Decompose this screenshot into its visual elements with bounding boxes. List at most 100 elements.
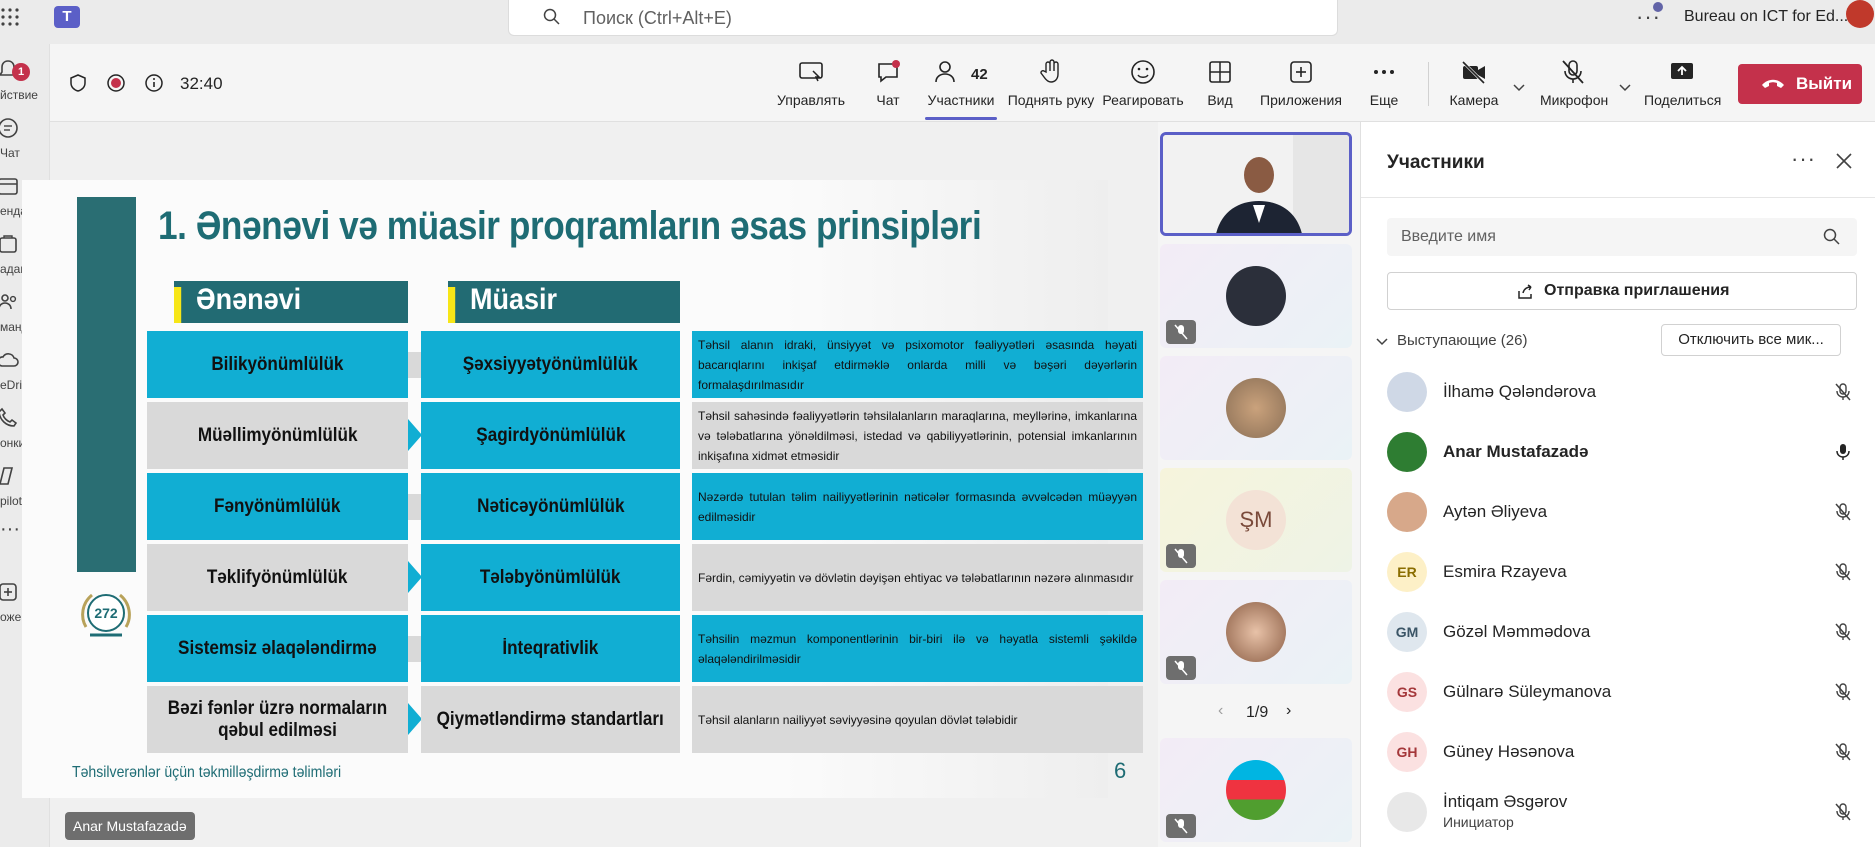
view-button[interactable]: Вид: [1205, 58, 1235, 118]
unread-dot: [892, 60, 900, 68]
chevron-left-icon[interactable]: ‹: [1218, 702, 1223, 720]
cell-text: İnteqrativlik: [502, 637, 599, 659]
slide-footer: Təhsilverənlər üçün təkmilləşdirmə təlim…: [72, 764, 342, 781]
people-icon: [935, 61, 955, 83]
rail-item-chat[interactable]: Чат: [0, 112, 50, 174]
mic-off-icon: [1174, 660, 1188, 676]
share-button[interactable]: Поделиться: [1644, 58, 1721, 118]
app-launcher-icon[interactable]: [0, 6, 22, 28]
mic-off-icon[interactable]: [1833, 802, 1853, 822]
video-tile[interactable]: ŞM: [1160, 468, 1352, 572]
table-cell-traditional: Müəllimyönümlülük: [147, 402, 408, 469]
raise-hand-button[interactable]: Поднять руку: [1004, 58, 1098, 118]
manage-button[interactable]: Управлять: [776, 58, 846, 118]
arrow-icon: [408, 703, 422, 735]
cell-text: Təhsil sahəsində fəaliyyətlərin təhsilal…: [698, 408, 1137, 463]
arrow-shaft: [408, 636, 422, 662]
close-icon[interactable]: [1835, 152, 1853, 170]
participants-button[interactable]: 42 Участники: [925, 58, 997, 120]
cell-text: Bəzi fənlər üzrə normaların qəbul edilmə…: [167, 697, 388, 741]
raise-hand-icon: [1040, 59, 1059, 83]
participant-row[interactable]: Aytən Əliyeva: [1387, 484, 1857, 540]
apps-button[interactable]: Приложения: [1258, 58, 1344, 118]
leave-button[interactable]: Выйти: [1738, 64, 1862, 104]
divider: [1361, 197, 1875, 198]
share-arrow-icon: [1518, 284, 1532, 299]
participant-row[interactable]: GH Güney Həsənova: [1387, 724, 1857, 780]
video-tile-active-speaker[interactable]: [1160, 132, 1352, 236]
cell-text: Fənyönümlülük: [214, 495, 341, 517]
manage-label: Управлять: [777, 92, 845, 108]
participant-initials: ŞM: [1226, 490, 1286, 550]
raise-hand-label: Поднять руку: [1007, 92, 1095, 108]
chat-button[interactable]: Чат: [868, 58, 908, 118]
avatar: [1387, 432, 1427, 472]
react-button[interactable]: Реагировать: [1102, 58, 1184, 118]
apps-label: Приложения: [1260, 92, 1342, 108]
camera-options-chevron-icon[interactable]: [1512, 82, 1526, 92]
microphone-button[interactable]: Микрофон: [1540, 58, 1608, 118]
meeting-timer: 32:40: [180, 74, 223, 93]
camera-label: Камера: [1449, 92, 1499, 108]
mic-off-icon[interactable]: [1833, 382, 1853, 402]
mute-all-button[interactable]: Отключить все мик...: [1661, 324, 1841, 356]
avatar: GS: [1387, 672, 1427, 712]
mic-off-icon[interactable]: [1833, 622, 1853, 642]
table-cell-traditional: Bəzi fənlər üzrə normaların qəbul edilmə…: [147, 686, 408, 753]
chat-icon: [0, 118, 18, 138]
speakers-section-label: Выступающие (26): [1397, 332, 1528, 349]
mic-icon[interactable]: [1833, 442, 1853, 462]
more-button[interactable]: Еще: [1368, 58, 1400, 118]
participant-row[interactable]: Anar Mustafazadə: [1387, 424, 1857, 480]
search-input[interactable]: Поиск (Ctrl+Alt+E): [508, 0, 1338, 36]
participant-row[interactable]: GM Gözəl Məmmədova: [1387, 604, 1857, 660]
video-tile[interactable]: [1160, 738, 1352, 842]
cell-text: Şagirdyönümlülük: [475, 424, 626, 446]
onedrive-icon: [0, 353, 19, 367]
participant-name: Esmira Rzayeva: [1443, 562, 1567, 581]
rail-item-activity[interactable]: 1 йствие: [0, 54, 50, 116]
video-tile[interactable]: [1160, 244, 1352, 348]
seal-number: 272: [94, 605, 118, 621]
arrow-shaft: [408, 494, 422, 520]
table-cell-description: Təhsil alanın idraki, ünsiyyət və psixom…: [692, 331, 1143, 398]
react-label: Реагировать: [1102, 92, 1184, 108]
microphone-options-chevron-icon[interactable]: [1618, 82, 1632, 92]
organization-name[interactable]: Bureau on ICT for Ed...: [1684, 8, 1848, 26]
video-tile[interactable]: [1160, 356, 1352, 460]
send-invite-button[interactable]: Отправка приглашения: [1387, 272, 1857, 310]
mic-off-icon[interactable]: [1833, 682, 1853, 702]
info-icon[interactable]: [144, 73, 164, 93]
video-tile[interactable]: [1160, 580, 1352, 684]
participant-row[interactable]: ER Esmira Rzayeva: [1387, 544, 1857, 600]
mic-off-icon: [1562, 60, 1584, 84]
avatar: [1387, 792, 1427, 832]
toolbar-divider: [1428, 62, 1429, 106]
recording-icon[interactable]: [106, 73, 126, 93]
chevron-right-icon[interactable]: ›: [1286, 702, 1291, 720]
participant-row[interactable]: İlhamə Qələndərova: [1387, 364, 1857, 420]
participant-search-input[interactable]: Введите имя: [1387, 218, 1857, 256]
mic-off-icon[interactable]: [1833, 502, 1853, 522]
user-avatar[interactable]: [1846, 0, 1874, 28]
mic-off-icon: [1174, 818, 1188, 834]
table-cell-modern: Nəticəyönümlülük: [421, 473, 680, 540]
teams-icon: [0, 294, 17, 310]
panel-more-button[interactable]: ···: [1791, 146, 1816, 172]
mic-off-icon[interactable]: [1833, 562, 1853, 582]
participant-row[interactable]: GS Gülnarə Süleymanova: [1387, 664, 1857, 720]
camera-button[interactable]: Камера: [1448, 58, 1500, 118]
assignments-icon: [0, 235, 17, 253]
view-label: Вид: [1207, 92, 1233, 108]
table-cell-description: Nəzərdə tutulan təlim nailiyyətlərinin n…: [692, 473, 1143, 540]
participant-name: İntiqam Əsgərov: [1443, 792, 1568, 811]
copilot-icon: [0, 467, 14, 485]
muted-indicator: [1166, 814, 1196, 838]
arrow-icon: [408, 561, 422, 593]
participant-avatar: [1226, 266, 1286, 326]
shield-icon[interactable]: [68, 73, 88, 93]
mic-off-icon[interactable]: [1833, 742, 1853, 762]
participant-row[interactable]: İntiqam Əsgərov Инициатор: [1387, 784, 1857, 840]
muted-indicator: [1166, 544, 1196, 568]
view-grid-icon: [1209, 61, 1231, 83]
